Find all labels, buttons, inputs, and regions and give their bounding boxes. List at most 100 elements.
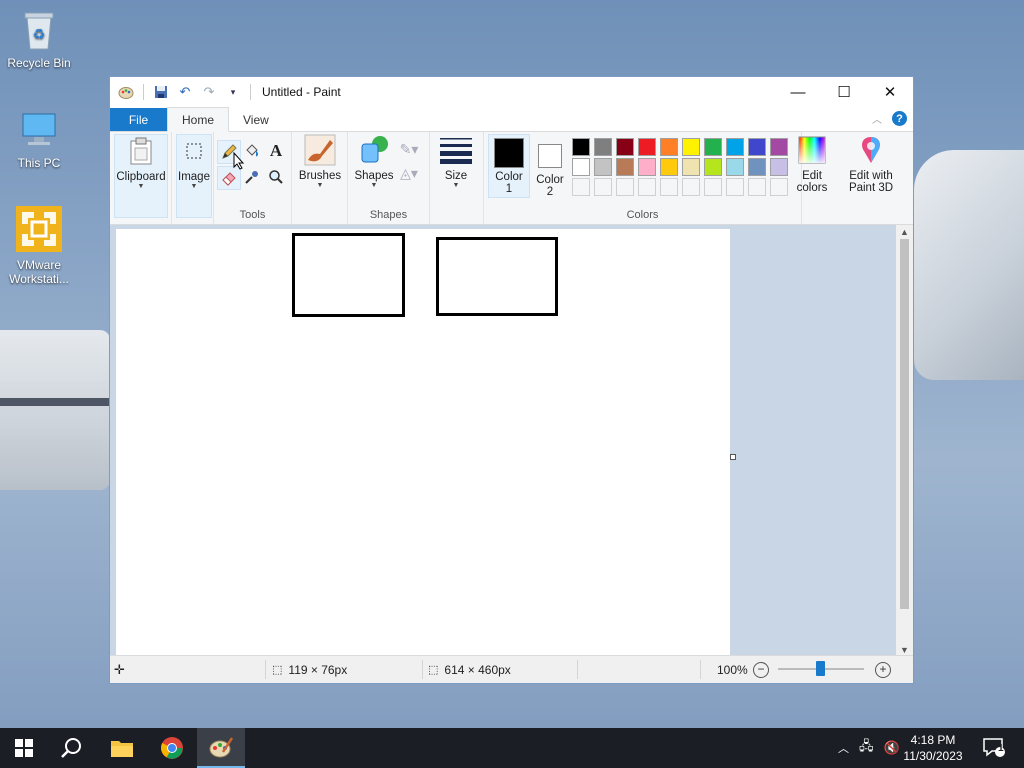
color2-button[interactable]: Color 2 bbox=[532, 134, 568, 198]
taskbar-file-explorer[interactable] bbox=[98, 728, 146, 768]
shapes-label: Shapes bbox=[354, 170, 394, 182]
close-button[interactable]: ✕ bbox=[867, 77, 913, 107]
taskbar-chrome[interactable] bbox=[148, 728, 196, 768]
tab-view[interactable]: View bbox=[229, 108, 283, 131]
paint3d-line2: Paint 3D bbox=[848, 182, 894, 194]
canvas-size-icon: ⬚ bbox=[428, 664, 439, 676]
text-tool-icon[interactable]: A bbox=[265, 140, 287, 162]
palette-swatch-empty[interactable] bbox=[770, 178, 788, 196]
system-clock[interactable]: 4:18 PM 11/30/2023 bbox=[898, 732, 968, 764]
help-icon[interactable]: ? bbox=[892, 111, 907, 126]
canvas-resize-handle-right[interactable] bbox=[730, 454, 736, 460]
color-picker-icon[interactable] bbox=[241, 166, 263, 188]
palette-swatch-empty[interactable] bbox=[726, 178, 744, 196]
palette-swatch-empty[interactable] bbox=[594, 178, 612, 196]
paint-app-icon[interactable] bbox=[116, 82, 136, 102]
palette-swatch[interactable] bbox=[638, 158, 656, 176]
selection-size-cell: ⬚ 119 × 76px bbox=[272, 656, 347, 683]
palette-swatch[interactable] bbox=[616, 158, 634, 176]
palette-swatch[interactable] bbox=[770, 158, 788, 176]
tab-home[interactable]: Home bbox=[167, 107, 230, 132]
color2-swatch bbox=[534, 140, 566, 172]
zoom-slider-thumb[interactable] bbox=[816, 661, 825, 676]
palette-swatch[interactable] bbox=[660, 138, 678, 156]
tab-file[interactable]: File bbox=[110, 108, 167, 131]
palette-swatch[interactable] bbox=[726, 158, 744, 176]
search-button[interactable] bbox=[48, 728, 96, 768]
color1-button[interactable]: Color 1 bbox=[488, 134, 530, 198]
shape-fill-icon[interactable]: ◬▾ bbox=[398, 162, 420, 184]
move-cursor-icon: ✛ bbox=[114, 661, 125, 677]
title-bar[interactable]: ↶ ↷ ▾ Untitled - Paint — ☐ ✕ bbox=[110, 77, 913, 107]
palette-swatch[interactable] bbox=[594, 158, 612, 176]
palette-swatch[interactable] bbox=[748, 138, 766, 156]
palette-swatch-empty[interactable] bbox=[704, 178, 722, 196]
palette-swatch-empty[interactable] bbox=[682, 178, 700, 196]
palette-swatch-empty[interactable] bbox=[660, 178, 678, 196]
palette-swatch[interactable] bbox=[704, 158, 722, 176]
palette-swatch-empty[interactable] bbox=[572, 178, 590, 196]
magnifier-icon[interactable] bbox=[265, 166, 287, 188]
computer-icon bbox=[17, 108, 61, 152]
paint3d-icon bbox=[855, 134, 887, 166]
brushes-label: Brushes bbox=[298, 170, 342, 182]
brushes-button[interactable]: Brushes ▼ bbox=[296, 134, 344, 190]
eraser-icon[interactable] bbox=[217, 166, 241, 190]
scroll-up-icon[interactable]: ▲ bbox=[896, 225, 913, 239]
clipboard-button[interactable]: Clipboard ▼ bbox=[114, 134, 168, 218]
image-button[interactable]: Image ▼ bbox=[176, 134, 212, 218]
undo-icon[interactable]: ↶ bbox=[175, 82, 195, 102]
palette-swatch[interactable] bbox=[682, 138, 700, 156]
action-center-button[interactable]: 1 bbox=[974, 728, 1014, 768]
palette-swatch[interactable] bbox=[704, 138, 722, 156]
zoom-out-button[interactable]: − bbox=[753, 662, 769, 678]
vmware-icon bbox=[14, 204, 64, 254]
outline-icon[interactable]: ✎▾ bbox=[398, 138, 420, 160]
palette-swatch[interactable] bbox=[748, 158, 766, 176]
palette-swatch[interactable] bbox=[572, 138, 590, 156]
palette-swatch[interactable] bbox=[682, 158, 700, 176]
shapes-button[interactable]: Shapes ▼ bbox=[352, 134, 396, 190]
network-icon[interactable]: 🖧 bbox=[859, 737, 874, 759]
customize-qat-icon[interactable]: ▾ bbox=[223, 82, 243, 102]
desktop-icon-vmware[interactable]: VMware Workstati... bbox=[1, 204, 77, 286]
collapse-ribbon-icon[interactable]: ︿ bbox=[872, 111, 882, 126]
zoom-in-button[interactable]: + bbox=[875, 662, 891, 678]
palette-swatch[interactable] bbox=[770, 138, 788, 156]
start-button[interactable] bbox=[0, 728, 48, 768]
palette-swatch[interactable] bbox=[638, 138, 656, 156]
palette-swatch-empty[interactable] bbox=[748, 178, 766, 196]
canvas-size-cell: ⬚ 614 × 460px bbox=[428, 656, 511, 683]
minimize-button[interactable]: — bbox=[775, 77, 821, 107]
qat-separator bbox=[143, 84, 144, 100]
shapes-group: Shapes ▼ ✎▾ ◬▾ Shapes bbox=[348, 132, 430, 224]
size-button[interactable]: Size ▼ bbox=[436, 134, 476, 190]
desktop-icon-this-pc[interactable]: This PC bbox=[1, 108, 77, 170]
palette-swatch[interactable] bbox=[660, 158, 678, 176]
desktop-wallpaper-shape-right bbox=[914, 150, 1024, 380]
palette-swatch[interactable] bbox=[594, 138, 612, 156]
palette-swatch-empty[interactable] bbox=[638, 178, 656, 196]
drawing-canvas[interactable] bbox=[116, 229, 730, 657]
palette-swatch[interactable] bbox=[726, 138, 744, 156]
show-hidden-icons[interactable]: ︿ bbox=[838, 740, 849, 756]
save-icon[interactable] bbox=[151, 82, 171, 102]
paint3d-group: Edit with Paint 3D bbox=[802, 132, 893, 224]
chevron-down-icon: ▼ bbox=[370, 182, 378, 189]
edit-with-paint3d-button[interactable]: Edit with Paint 3D bbox=[844, 134, 898, 194]
fill-bucket-icon[interactable] bbox=[241, 140, 263, 162]
window-title: Untitled - Paint bbox=[262, 85, 341, 99]
vertical-scrollbar[interactable]: ▲ ▼ bbox=[896, 225, 913, 657]
desktop-icon-recycle-bin[interactable]: ♻ Recycle Bin bbox=[1, 8, 77, 70]
maximize-button[interactable]: ☐ bbox=[821, 77, 867, 107]
palette-swatch[interactable] bbox=[572, 158, 590, 176]
pencil-icon[interactable] bbox=[217, 140, 241, 164]
zoom-level: 100% bbox=[717, 662, 748, 677]
redo-icon[interactable]: ↷ bbox=[199, 82, 219, 102]
scrollbar-thumb[interactable] bbox=[900, 239, 909, 609]
taskbar-paint[interactable] bbox=[197, 728, 245, 768]
status-divider bbox=[265, 660, 266, 679]
palette-swatch-empty[interactable] bbox=[616, 178, 634, 196]
color-palette bbox=[572, 138, 790, 196]
palette-swatch[interactable] bbox=[616, 138, 634, 156]
